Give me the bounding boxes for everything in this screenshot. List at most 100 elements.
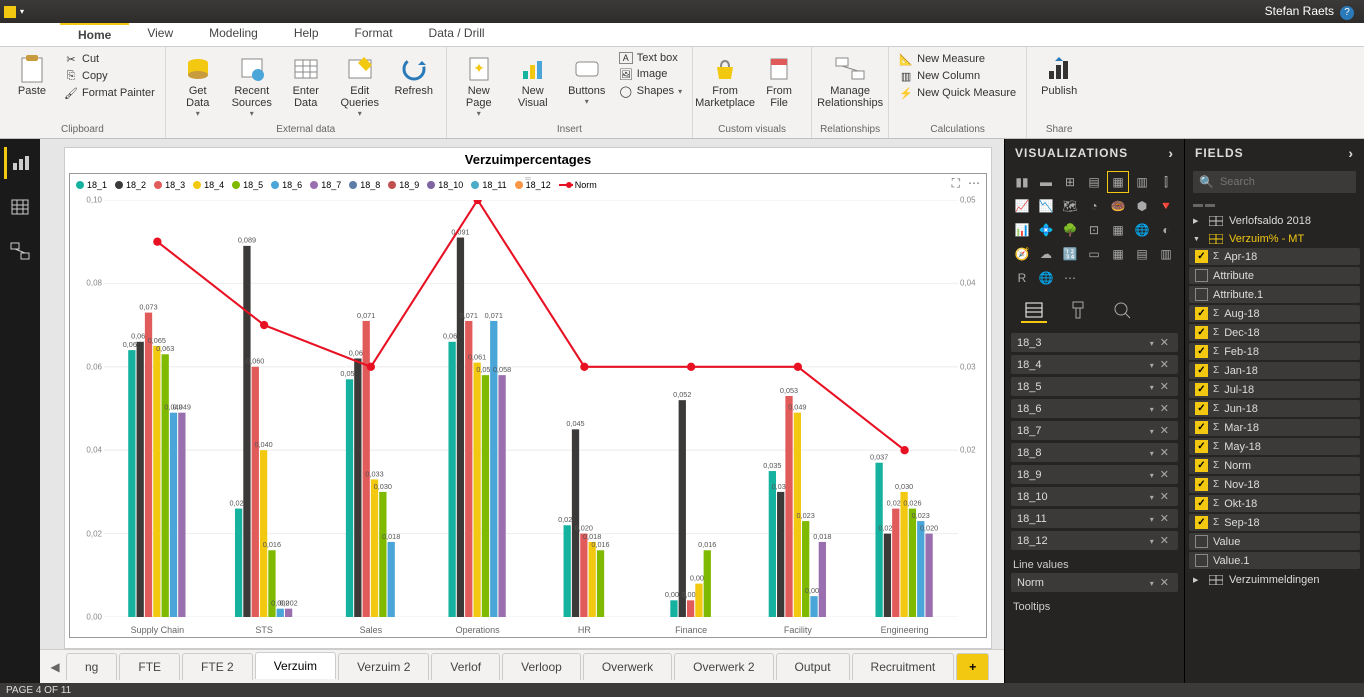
manage-relationships-button[interactable]: Manage Relationships [826,51,874,109]
refresh-button[interactable]: Refresh [390,51,438,97]
well-dropdown-icon[interactable]: ▾ [1147,537,1157,546]
field-row[interactable]: Value.1 [1189,552,1360,569]
well-dropdown-icon[interactable]: ▾ [1147,339,1157,348]
checkbox-icon[interactable]: ✓ [1195,497,1208,510]
focus-mode-icon[interactable]: ⛶ [952,176,960,191]
resize-grip-icon[interactable]: ▬▬ [1185,197,1364,212]
well-dropdown-icon[interactable]: ▾ [1147,493,1157,502]
new-column-button[interactable]: ▥New Column [897,68,1018,84]
ribbon-tab-help[interactable]: Help [276,23,337,46]
well-dropdown-icon[interactable]: ▾ [1147,383,1157,392]
field-row[interactable]: ✓ΣApr-18 [1189,248,1360,265]
well-remove-icon[interactable]: ✕ [1157,513,1172,525]
viz-type-icon[interactable]: ▥ [1155,243,1177,265]
visualizations-header[interactable]: VISUALIZATIONS› [1005,139,1184,167]
expand-icon[interactable]: ▼ [1193,236,1203,243]
viz-type-icon[interactable]: ▤ [1131,243,1153,265]
fields-tab-icon[interactable] [1021,299,1047,323]
field-well-item[interactable]: 18_7▾✕ [1011,421,1178,440]
ribbon-tab-modeling[interactable]: Modeling [191,23,276,46]
checkbox-icon[interactable]: ✓ [1195,383,1208,396]
well-dropdown-icon[interactable]: ▾ [1147,515,1157,524]
search-input[interactable] [1220,176,1362,188]
viz-type-icon[interactable]: ▦ [1107,243,1129,265]
field-well-item[interactable]: 18_12▾✕ [1011,531,1178,550]
new-quick-measure-button[interactable]: ⚡New Quick Measure [897,85,1018,101]
field-row[interactable]: ✓ΣSep-18 [1189,514,1360,531]
viz-type-icon[interactable]: ⊡ [1083,219,1105,241]
well-dropdown-icon[interactable]: ▾ [1147,449,1157,458]
viz-type-icon[interactable]: 📈 [1011,195,1033,217]
viz-type-icon[interactable]: 🌐 [1131,219,1153,241]
viz-type-icon[interactable]: ▤ [1083,171,1105,193]
well-remove-icon[interactable]: ✕ [1157,535,1172,547]
model-view-button[interactable] [4,235,36,267]
viz-type-icon[interactable]: 💠 [1035,219,1057,241]
checkbox-icon[interactable]: ✓ [1195,364,1208,377]
page-tab-verzuim-2[interactable]: Verzuim 2 [338,653,429,680]
field-row[interactable]: ✓ΣJun-18 [1189,400,1360,417]
viz-type-icon[interactable]: ▮▮ [1011,171,1033,193]
field-row[interactable]: ✓ΣMar-18 [1189,419,1360,436]
field-well-item[interactable]: 18_9▾✕ [1011,465,1178,484]
viz-type-icon[interactable]: ▦ [1107,171,1129,193]
field-well-item[interactable]: 18_5▾✕ [1011,377,1178,396]
viz-type-icon[interactable]: ⋯ [1059,267,1081,289]
ribbon-tab-data-drill[interactable]: Data / Drill [411,23,503,46]
checkbox-icon[interactable]: ✓ [1195,307,1208,320]
page-tab-verloop[interactable]: Verloop [502,653,581,680]
page-tab-ng[interactable]: ng [66,653,117,680]
field-search[interactable]: 🔍 [1193,171,1356,193]
table-row[interactable]: ▶Verlofsaldo 2018 [1189,212,1360,230]
field-row[interactable]: ✓ΣFeb-18 [1189,343,1360,360]
viz-type-icon[interactable]: 🌳 [1059,219,1081,241]
page-tab-recruitment[interactable]: Recruitment [852,653,955,680]
viz-type-icon[interactable]: ⫿ [1155,171,1177,193]
page-tab-fte-2[interactable]: FTE 2 [182,653,253,680]
table-row[interactable]: ▶Verzuimmeldingen [1189,571,1360,589]
field-well-item[interactable]: 18_10▾✕ [1011,487,1178,506]
well-remove-icon[interactable]: ✕ [1157,425,1172,437]
viz-type-icon[interactable]: 📉 [1035,195,1057,217]
signed-in-user[interactable]: Stefan Raets? [1265,4,1364,20]
format-tab-icon[interactable] [1065,299,1091,323]
field-well-item[interactable]: 18_4▾✕ [1011,355,1178,374]
viz-type-icon[interactable]: 🗺 [1059,195,1081,217]
page-prev-button[interactable]: ◀ [46,660,64,674]
viz-type-icon[interactable]: 🧭 [1011,243,1033,265]
field-row[interactable]: ✓ΣJul-18 [1189,381,1360,398]
ribbon-tab-home[interactable]: Home [60,23,129,46]
recent-sources-button[interactable]: Recent Sources [228,51,276,118]
get-data-button[interactable]: Get Data [174,51,222,118]
field-row[interactable]: ✓ΣAug-18 [1189,305,1360,322]
viz-type-icon[interactable]: ▥ [1131,171,1153,193]
viz-type-icon[interactable]: ▬ [1035,171,1057,193]
checkbox-icon[interactable]: ✓ [1195,421,1208,434]
checkbox-icon[interactable]: ✓ [1195,459,1208,472]
paste-button[interactable]: Paste [8,51,56,97]
well-remove-icon[interactable]: ✕ [1157,359,1172,371]
new-page-button[interactable]: ✦New Page [455,51,503,118]
format-painter-button[interactable]: 🖌Format Painter [62,85,157,101]
shapes-button[interactable]: ◯Shapes [617,83,684,99]
field-row[interactable]: ✓ΣDec-18 [1189,324,1360,341]
cut-button[interactable]: ✂Cut [62,51,157,67]
checkbox-icon[interactable]: ✓ [1195,250,1208,263]
field-well-item[interactable]: 18_8▾✕ [1011,443,1178,462]
viz-type-icon[interactable]: R [1011,267,1033,289]
field-row[interactable]: ✓ΣMay-18 [1189,438,1360,455]
fields-header[interactable]: FIELDS› [1185,139,1364,167]
report-canvas[interactable]: Verzuimpercentages ═ ⛶ ⋯ 18_118_218_318_… [64,147,992,649]
well-remove-icon[interactable]: ✕ [1157,469,1172,481]
viz-type-icon[interactable]: 🍩 [1107,195,1129,217]
checkbox-icon[interactable]: ✓ [1195,516,1208,529]
checkbox-icon[interactable] [1195,288,1208,301]
from-file-button[interactable]: From File [755,51,803,109]
well-remove-icon[interactable]: ✕ [1157,337,1172,349]
well-remove-icon[interactable]: ✕ [1157,381,1172,393]
new-measure-button[interactable]: 📐New Measure [897,51,1018,67]
publish-button[interactable]: Publish [1035,51,1083,97]
checkbox-icon[interactable]: ✓ [1195,478,1208,491]
textbox-button[interactable]: AText box [617,51,684,65]
viz-type-icon[interactable]: ⊞ [1059,171,1081,193]
